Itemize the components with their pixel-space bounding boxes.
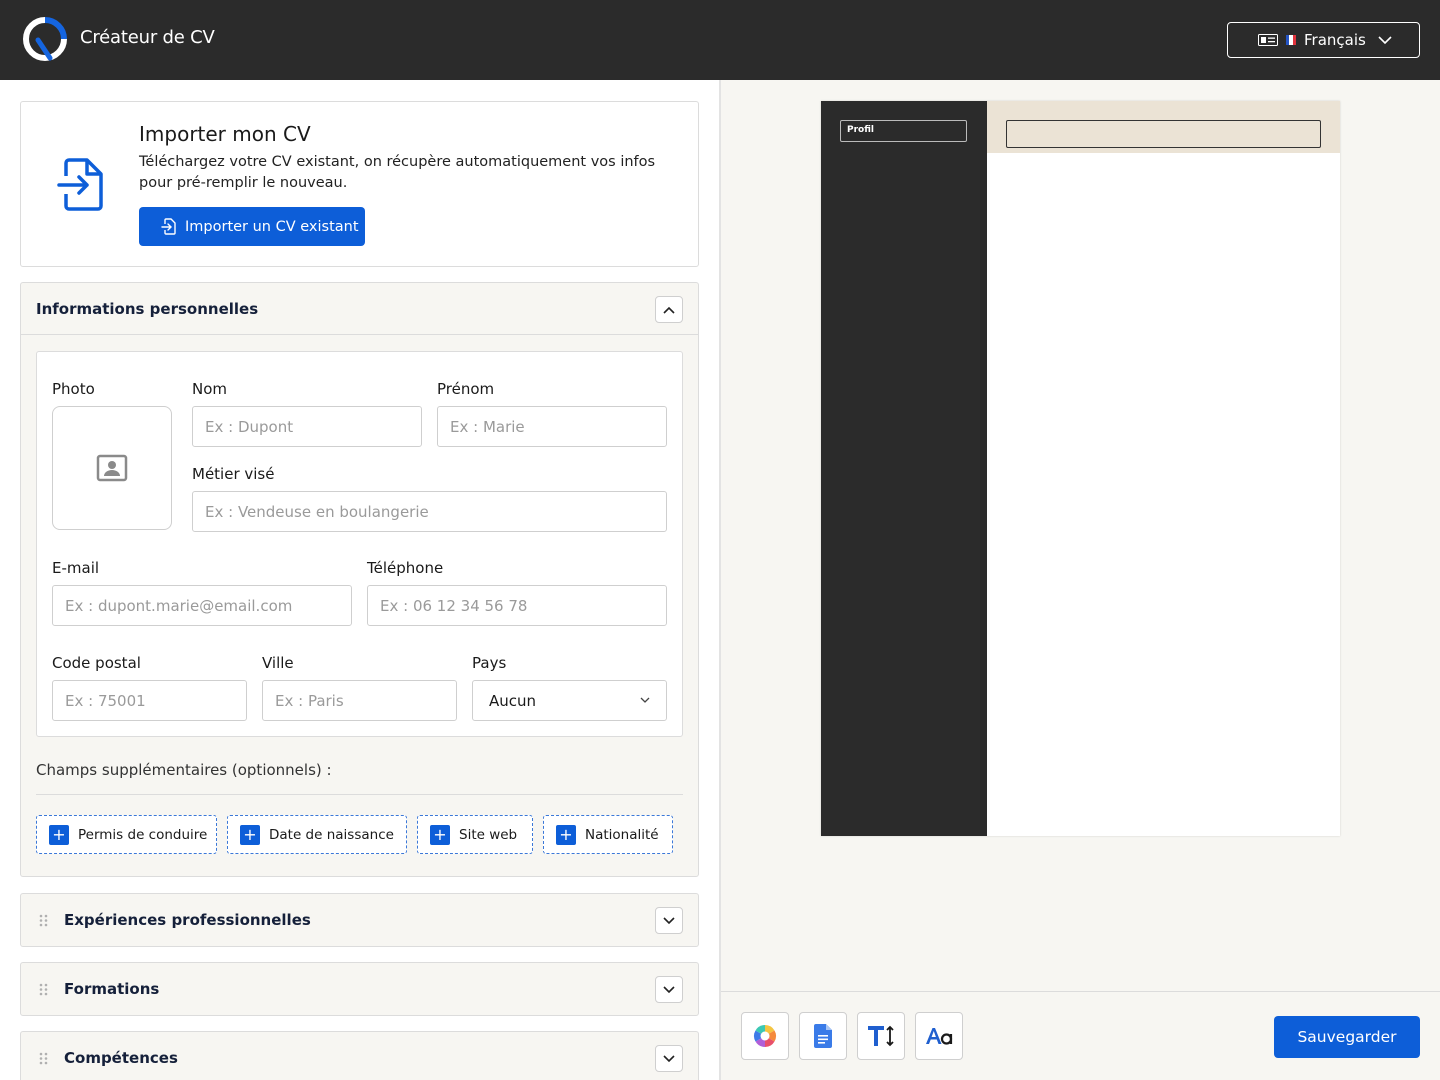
add-site-web-button[interactable]: + Site web: [417, 815, 533, 854]
import-description: Téléchargez votre CV existant, on récupè…: [139, 154, 656, 191]
code-postal-input[interactable]: [52, 680, 247, 721]
chevron-down-icon: [663, 1054, 675, 1062]
bottom-toolbar: Sauvegarder: [721, 991, 1440, 1080]
save-button[interactable]: Sauvegarder: [1274, 1016, 1420, 1058]
pays-select[interactable]: Aucun: [472, 680, 667, 721]
import-button-label: Importer un CV existant: [185, 218, 359, 235]
add-date-naissance-button[interactable]: + Date de naissance: [227, 815, 407, 854]
file-import-icon: [161, 218, 176, 235]
color-palette-icon: [754, 1025, 776, 1047]
telephone-input[interactable]: [367, 585, 667, 626]
competences-section[interactable]: Compétences: [20, 1031, 699, 1080]
chevron-down-icon: [640, 697, 650, 703]
drag-handle-icon[interactable]: [39, 1052, 49, 1065]
pays-value: Aucun: [489, 691, 537, 710]
prenom-label: Prénom: [437, 380, 495, 398]
code-postal-label: Code postal: [52, 654, 141, 672]
add-nationalite-button[interactable]: + Nationalité: [543, 815, 673, 854]
plus-icon: +: [556, 824, 576, 845]
font-icon: [926, 1028, 953, 1045]
preview-panel: Profil: [721, 80, 1440, 991]
experiences-section[interactable]: Expériences professionnelles: [20, 893, 699, 947]
personal-info-section: Informations personnelles Photo Nom Prén…: [20, 282, 699, 877]
file-import-icon: [57, 158, 103, 211]
add-permis-button[interactable]: + Permis de conduire: [36, 815, 217, 854]
metier-input[interactable]: [192, 491, 667, 532]
nom-label: Nom: [192, 380, 228, 398]
language-label: Français: [1304, 31, 1366, 49]
email-input[interactable]: [52, 585, 352, 626]
language-selector[interactable]: Français: [1227, 22, 1420, 58]
template-button[interactable]: [799, 1012, 847, 1060]
cv-preview-sidebar: Profil: [821, 101, 987, 836]
telephone-label: Téléphone: [367, 559, 444, 577]
section-title: Expériences professionnelles: [64, 911, 311, 929]
pays-label: Pays: [472, 654, 507, 672]
app-logo-icon: [23, 17, 67, 61]
formations-section[interactable]: Formations: [20, 962, 699, 1016]
import-title: Importer mon CV: [139, 122, 311, 146]
divider: [36, 794, 683, 795]
plus-icon: +: [240, 824, 260, 845]
email-label: E-mail: [52, 559, 100, 577]
app-title: Créateur de CV: [80, 27, 215, 48]
french-flag-icon: [1286, 35, 1296, 45]
expand-button[interactable]: [655, 907, 683, 934]
chip-label: Date de naissance: [269, 826, 394, 843]
import-cv-button[interactable]: Importer un CV existant: [139, 207, 365, 246]
portrait-placeholder-icon: [96, 454, 128, 482]
id-card-icon: [1258, 34, 1278, 46]
document-icon: [814, 1024, 832, 1048]
metier-label: Métier visé: [192, 465, 275, 483]
section-title: Compétences: [64, 1049, 178, 1067]
plus-icon: +: [49, 824, 69, 845]
cv-preview[interactable]: Profil: [821, 101, 1340, 836]
section-title: Informations personnelles: [36, 300, 259, 318]
color-palette-button[interactable]: [741, 1012, 789, 1060]
plus-icon: +: [430, 824, 450, 845]
expand-button[interactable]: [655, 1045, 683, 1072]
chevron-down-icon: [663, 985, 675, 993]
extra-fields-label: Champs supplémentaires (optionnels) :: [36, 761, 332, 779]
ville-input[interactable]: [262, 680, 457, 721]
personal-info-header[interactable]: Informations personnelles: [21, 283, 698, 335]
chip-label: Nationalité: [585, 826, 659, 843]
expand-button[interactable]: [655, 976, 683, 1003]
drag-handle-icon[interactable]: [39, 914, 49, 927]
text-size-button[interactable]: [857, 1012, 905, 1060]
prenom-input[interactable]: [437, 406, 667, 447]
collapse-button[interactable]: [655, 296, 683, 323]
top-bar: Créateur de CV Français: [0, 0, 1440, 80]
drag-handle-icon[interactable]: [39, 983, 49, 996]
chevron-down-icon: [1378, 36, 1392, 45]
chevron-down-icon: [663, 916, 675, 924]
chip-label: Permis de conduire: [78, 826, 208, 843]
text-size-icon: [868, 1025, 894, 1047]
personal-info-form: Photo Nom Prénom Métier visé E-mail Télé…: [36, 351, 683, 737]
photo-label: Photo: [52, 380, 95, 398]
chip-label: Site web: [459, 826, 518, 843]
cv-preview-name-box: [1006, 120, 1321, 148]
photo-upload[interactable]: [52, 406, 172, 530]
chevron-up-icon: [663, 306, 675, 314]
font-button[interactable]: [915, 1012, 963, 1060]
cv-preview-profil: Profil: [840, 120, 967, 142]
editor-panel: Importer mon CV Téléchargez votre CV exi…: [0, 80, 720, 1080]
import-cv-card: Importer mon CV Téléchargez votre CV exi…: [20, 101, 699, 267]
cv-preview-header: [987, 101, 1340, 153]
nom-input[interactable]: [192, 406, 422, 447]
section-title: Formations: [64, 980, 160, 998]
ville-label: Ville: [262, 654, 294, 672]
